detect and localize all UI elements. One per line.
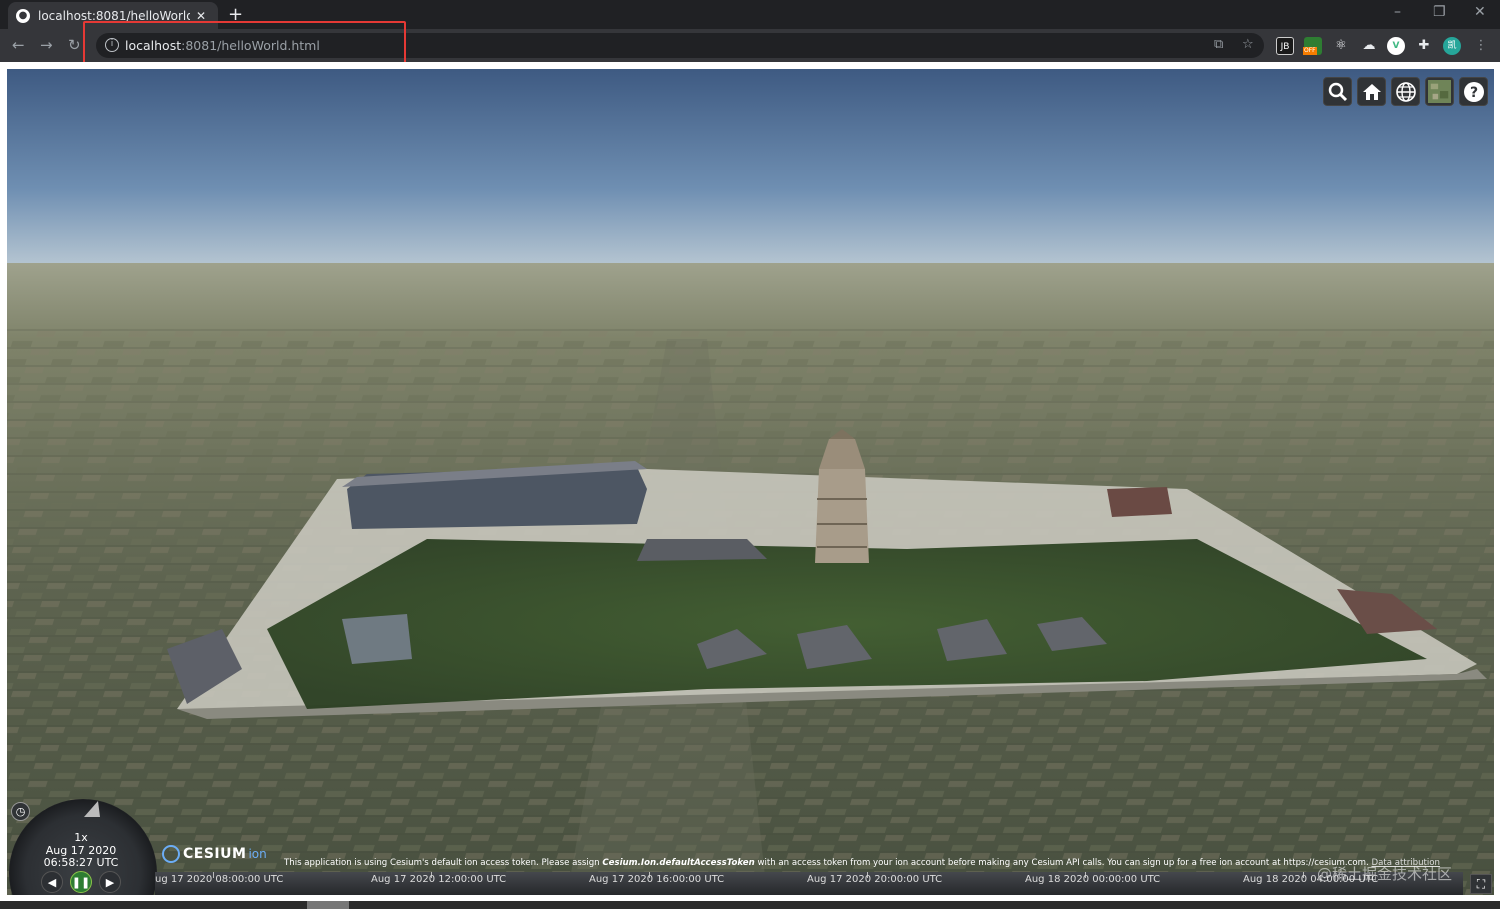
globe-scene-canvas[interactable] (7, 69, 1494, 895)
vue-devtools-icon[interactable]: V (1387, 37, 1405, 55)
minimize-button[interactable]: – (1394, 4, 1401, 20)
forward-arrow-icon[interactable]: → (40, 36, 53, 54)
restore-button[interactable]: ❐ (1433, 4, 1446, 20)
page-top-margin (0, 62, 1500, 69)
react-devtools-icon[interactable]: ⚛ (1332, 37, 1350, 55)
reload-icon[interactable]: ↻ (68, 36, 81, 54)
ion-wordmark: ion (248, 847, 267, 861)
timeline-label: Aug 18 2020 00:00:00 UTC (1025, 874, 1161, 885)
profile-avatar[interactable]: 凯 (1443, 37, 1461, 55)
scene-mode-button[interactable] (1391, 77, 1420, 106)
globe-favicon-icon: ● (16, 8, 30, 23)
help-icon: ? (1463, 81, 1484, 102)
timeline-label: Aug 17 2020 20:00:00 UTC (807, 874, 943, 885)
svg-text:?: ? (1469, 85, 1477, 101)
timeline[interactable]: ug 17 2020 08:00:00 UTC Aug 17 2020 12:0… (155, 872, 1463, 895)
home-button[interactable] (1357, 77, 1386, 106)
cesium-ion-logo[interactable]: CESIUM ion (162, 845, 267, 863)
animation-speed: 1x (74, 831, 88, 844)
scrollbar-thumb[interactable] (307, 901, 349, 909)
fullscreen-button[interactable]: ⛶ (1470, 874, 1492, 894)
globe-icon (1395, 81, 1416, 102)
cesium-wordmark: CESIUM (183, 846, 247, 862)
credit-text: This application is using Cesium's defau… (284, 858, 1441, 868)
url-highlight-box (83, 21, 406, 68)
jetbrains-extension-icon[interactable]: JB (1276, 37, 1294, 55)
menu-dots-icon[interactable]: ⋮ (1472, 37, 1490, 55)
play-forward-button[interactable]: ▶ (99, 871, 121, 893)
play-reverse-icon: ◀ (47, 875, 57, 889)
extensions-puzzle-icon[interactable]: ✚ (1415, 37, 1433, 55)
fullscreen-icon: ⛶ (1476, 877, 1486, 891)
home-icon (1362, 83, 1381, 100)
cesium-viewer[interactable]: ? ◷ 1x Aug 17 2020 06:58:27 UTC ◀ ❚❚ ▶ C… (7, 69, 1494, 895)
navigation-help-button[interactable]: ? (1459, 77, 1488, 106)
base-layer-picker-icon (1428, 80, 1451, 103)
timeline-label: Aug 17 2020 12:00:00 UTC (371, 874, 507, 885)
cesium-logo-icon (162, 845, 180, 863)
page-scrollbar[interactable] (0, 901, 1500, 909)
pause-button[interactable]: ❚❚ (70, 871, 92, 893)
close-window-button[interactable]: ✕ (1474, 4, 1486, 20)
cloud-extension-icon[interactable]: ☁ (1360, 37, 1378, 55)
geocoder-search-button[interactable] (1323, 77, 1352, 106)
animation-time: 06:58:27 UTC (43, 856, 119, 869)
timeline-label: ug 17 2020 08:00:00 UTC (155, 874, 284, 885)
star-bookmark-icon[interactable]: ☆ (1242, 37, 1254, 52)
shuttle-ring-pointer-icon[interactable] (82, 799, 102, 819)
play-reverse-button[interactable]: ◀ (41, 871, 63, 893)
timeline-label: Aug 17 2020 16:00:00 UTC (589, 874, 725, 885)
toggle-extension-icon[interactable]: OFF (1303, 37, 1322, 55)
pause-icon: ❚❚ (71, 875, 91, 889)
back-arrow-icon[interactable]: ← (12, 36, 25, 54)
clock-icon[interactable]: ◷ (11, 802, 30, 821)
translate-icon[interactable]: ⧉ (1214, 37, 1223, 52)
base-layer-picker-button[interactable] (1425, 77, 1454, 106)
play-forward-icon: ▶ (105, 875, 115, 889)
search-icon (1328, 82, 1347, 101)
watermark: @稀土掘金技术社区 (1317, 865, 1453, 883)
